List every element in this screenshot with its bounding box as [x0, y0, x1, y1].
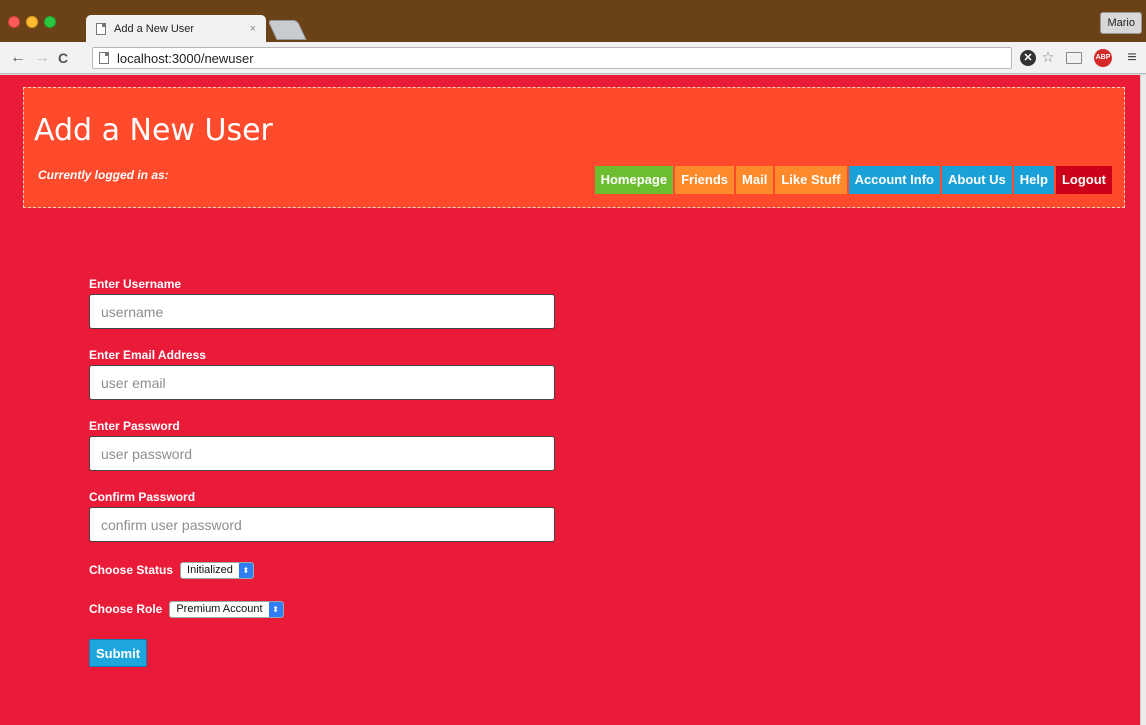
back-arrow-icon[interactable]: ← — [10, 48, 26, 68]
status-selected-value: Initialized — [187, 563, 233, 576]
cast-icon[interactable] — [1066, 52, 1082, 64]
window-close-button[interactable] — [8, 16, 20, 28]
password-label: Enter Password — [89, 419, 180, 433]
tab-title: Add a New User — [114, 22, 195, 35]
scrollbar-track[interactable] — [1140, 75, 1146, 725]
logged-in-label: Currently logged in as: — [38, 168, 169, 182]
tab-close-icon[interactable]: × — [250, 23, 256, 35]
page-icon — [99, 52, 109, 64]
confirm-password-input[interactable] — [89, 507, 555, 542]
page-title: Add a New User — [34, 113, 273, 148]
window-minimize-button[interactable] — [26, 16, 38, 28]
role-row: Choose Role Premium Account ⬍ — [89, 598, 559, 620]
nav-account-info[interactable]: Account Info — [848, 166, 940, 194]
star-icon[interactable]: ☆ — [1040, 50, 1056, 66]
site-header: Add a New User Currently logged in as: H… — [23, 87, 1125, 208]
adblock-icon[interactable]: ABP — [1094, 49, 1112, 67]
email-label: Enter Email Address — [89, 348, 206, 362]
block-icon[interactable]: ✕ — [1020, 50, 1036, 66]
status-select[interactable]: Initialized ⬍ — [180, 561, 254, 579]
select-arrows-icon: ⬍ — [238, 562, 253, 578]
nav-help[interactable]: Help — [1013, 166, 1054, 194]
new-tab-button[interactable] — [267, 20, 307, 40]
email-input[interactable] — [89, 365, 555, 400]
main-nav: Homepage Friends Mail Like Stuff Account… — [594, 166, 1112, 194]
new-user-form: Enter Username Enter Email Address Enter… — [89, 275, 559, 667]
role-label: Choose Role — [89, 602, 163, 616]
nav-about-us[interactable]: About Us — [942, 166, 1012, 194]
status-label: Choose Status — [89, 563, 174, 577]
nav-like-stuff[interactable]: Like Stuff — [775, 166, 847, 194]
forward-arrow-icon[interactable]: → — [34, 48, 50, 68]
select-arrows-icon: ⬍ — [268, 601, 283, 617]
role-selected-value: Premium Account — [176, 602, 263, 615]
submit-button[interactable]: Submit — [89, 639, 148, 667]
username-label: Enter Username — [89, 277, 182, 291]
reload-icon[interactable]: C — [58, 48, 68, 68]
browser-titlebar: Add a New User × Mario — [0, 0, 1146, 42]
page-body: Add a New User Currently logged in as: H… — [0, 75, 1146, 725]
status-row: Choose Status Initialized ⬍ — [89, 559, 559, 581]
password-input[interactable] — [89, 436, 555, 471]
nav-homepage[interactable]: Homepage — [594, 166, 674, 194]
role-select[interactable]: Premium Account ⬍ — [169, 600, 284, 618]
profile-button[interactable]: Mario — [1100, 12, 1142, 34]
nav-logout[interactable]: Logout — [1055, 166, 1112, 194]
nav-friends[interactable]: Friends — [675, 166, 735, 194]
menu-icon[interactable]: ≡ — [1124, 50, 1140, 66]
url-text[interactable]: localhost:3000/newuser — [117, 51, 254, 66]
page-icon — [96, 22, 106, 35]
username-input[interactable] — [89, 294, 555, 329]
nav-mail[interactable]: Mail — [736, 166, 774, 194]
browser-toolbar: ← → C localhost:3000/newuser ✕ ☆ ABP ≡ — [0, 42, 1146, 74]
address-bar[interactable]: localhost:3000/newuser — [92, 47, 1012, 69]
browser-tab-active[interactable]: Add a New User × — [86, 15, 266, 42]
window-zoom-button[interactable] — [44, 16, 56, 28]
confirm-password-label: Confirm Password — [89, 490, 196, 504]
